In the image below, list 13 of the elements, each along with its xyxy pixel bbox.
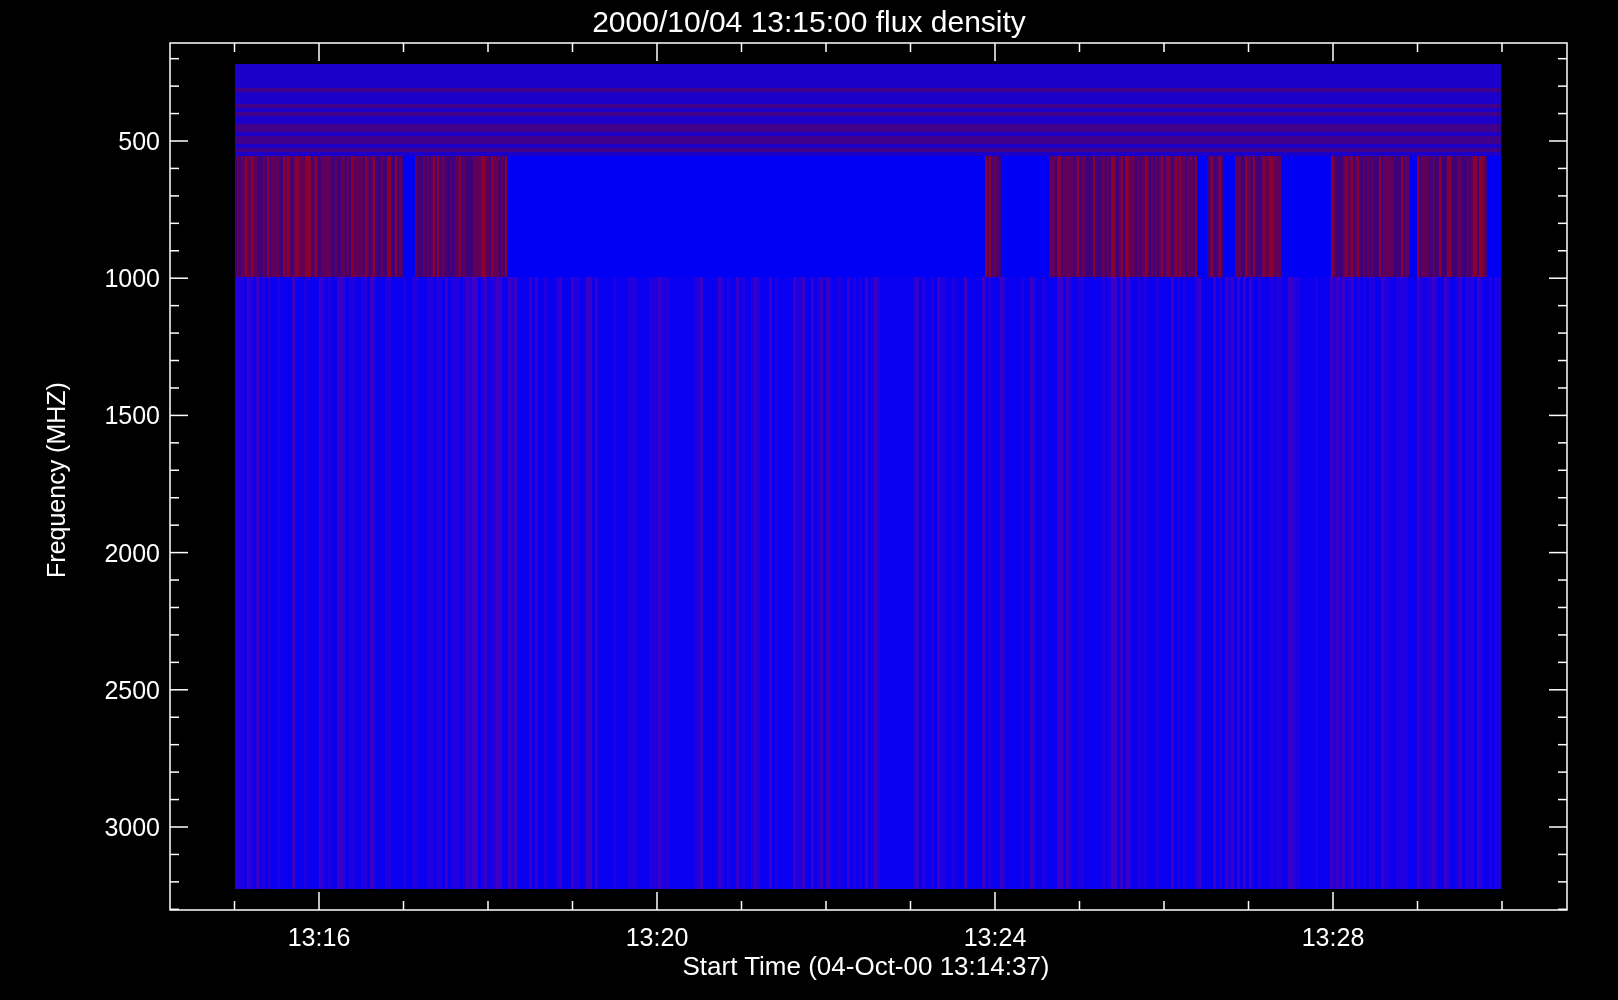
x-tick-label: 13:16	[287, 923, 351, 951]
plot-title: 2000/10/04 13:15:00 flux density	[592, 5, 1026, 38]
y-tick-label: 1000	[104, 264, 160, 293]
y-tick-label: 3000	[104, 813, 160, 841]
y-tick-label: 2000	[104, 538, 160, 567]
x-tick-label: 13:20	[625, 923, 689, 951]
y-axis-title: Frequency (MHZ)	[42, 382, 70, 578]
x-axis-title: Start Time (04-Oct-00 13:14:37)	[682, 951, 1050, 981]
y-tick-label: 1500	[104, 401, 160, 430]
x-tick-label: 13:28	[1301, 923, 1365, 951]
x-tick-label: 13:24	[963, 923, 1027, 951]
y-tick-label: 500	[118, 127, 160, 155]
y-tick-label: 2500	[104, 675, 160, 704]
